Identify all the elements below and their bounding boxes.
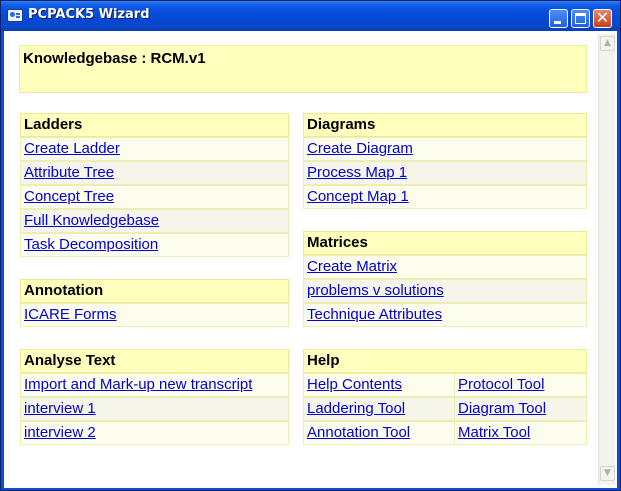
ladders-item-concept-tree[interactable]: Concept Tree	[20, 185, 289, 209]
laddering-tool-link[interactable]: Laddering Tool	[307, 400, 405, 417]
icare-forms-link[interactable]: ICARE Forms	[24, 306, 117, 323]
protocol-tool-link[interactable]: Protocol Tool	[458, 376, 544, 393]
protocol-tool-cell[interactable]: Protocol Tool	[455, 374, 586, 396]
wizard-window: PCPACK5 Wizard ✕ Knowledgebase : RCM.v1 …	[0, 0, 621, 491]
create-ladder-link[interactable]: Create Ladder	[24, 140, 120, 157]
title-bar[interactable]: PCPACK5 Wizard ✕	[1, 1, 620, 31]
app-window-icon	[7, 9, 23, 22]
maximize-button[interactable]	[571, 9, 590, 28]
window-title: PCPACK5 Wizard	[28, 7, 150, 22]
annotation-header: Annotation	[20, 279, 289, 303]
analyse-text-item-import[interactable]: Import and Mark-up new transcript	[20, 373, 289, 397]
laddering-tool-cell[interactable]: Laddering Tool	[304, 398, 455, 420]
problems-v-solutions-link[interactable]: problems v solutions	[307, 282, 444, 299]
concept-tree-link[interactable]: Concept Tree	[24, 188, 114, 205]
minimize-button[interactable]	[549, 9, 568, 28]
ladders-item-create-ladder[interactable]: Create Ladder	[20, 137, 289, 161]
matrices-title: Matrices	[307, 234, 368, 251]
ladders-title: Ladders	[24, 116, 83, 133]
knowledgebase-label: Knowledgebase : RCM.v1	[23, 50, 206, 67]
help-row: Laddering Tool Diagram Tool	[303, 397, 587, 421]
diagram-tool-link[interactable]: Diagram Tool	[458, 400, 546, 417]
annotation-title: Annotation	[24, 282, 104, 299]
attribute-tree-link[interactable]: Attribute Tree	[24, 164, 114, 181]
maximize-icon	[575, 13, 586, 24]
knowledgebase-banner: Knowledgebase : RCM.v1	[19, 45, 587, 93]
analyse-text-item-interview-2[interactable]: interview 2	[20, 421, 289, 445]
diagrams-item-create-diagram[interactable]: Create Diagram	[303, 137, 587, 161]
diagrams-title: Diagrams	[307, 116, 376, 133]
annotation-tool-link[interactable]: Annotation Tool	[307, 424, 410, 441]
matrices-item-technique-attributes[interactable]: Technique Attributes	[303, 303, 587, 327]
help-row: Help Contents Protocol Tool	[303, 373, 587, 397]
task-decomposition-link[interactable]: Task Decomposition	[24, 236, 158, 253]
matrices-item-create-matrix[interactable]: Create Matrix	[303, 255, 587, 279]
import-transcript-link[interactable]: Import and Mark-up new transcript	[24, 376, 252, 393]
matrices-header: Matrices	[303, 231, 587, 255]
matrices-item-problems-v-solutions[interactable]: problems v solutions	[303, 279, 587, 303]
analyse-text-item-interview-1[interactable]: interview 1	[20, 397, 289, 421]
help-contents-link[interactable]: Help Contents	[307, 376, 402, 393]
ladders-header: Ladders	[20, 113, 289, 137]
matrix-tool-cell[interactable]: Matrix Tool	[455, 422, 586, 444]
ladders-item-task-decomposition[interactable]: Task Decomposition	[20, 233, 289, 257]
analyse-text-title: Analyse Text	[24, 352, 116, 369]
analyse-text-header: Analyse Text	[20, 349, 289, 373]
concept-map-1-link[interactable]: Concept Map 1	[307, 188, 409, 205]
wizard-content: Knowledgebase : RCM.v1 Ladders Create La…	[4, 31, 617, 488]
technique-attributes-link[interactable]: Technique Attributes	[307, 306, 442, 323]
interview-2-link[interactable]: interview 2	[24, 424, 96, 441]
minimize-icon	[554, 21, 561, 24]
help-header: Help	[303, 349, 587, 373]
process-map-1-link[interactable]: Process Map 1	[307, 164, 407, 181]
full-knowledgebase-link[interactable]: Full Knowledgebase	[24, 212, 159, 229]
annotation-item-icare-forms[interactable]: ICARE Forms	[20, 303, 289, 327]
create-diagram-link[interactable]: Create Diagram	[307, 140, 413, 157]
create-matrix-link[interactable]: Create Matrix	[307, 258, 397, 275]
diagrams-item-concept-map-1[interactable]: Concept Map 1	[303, 185, 587, 209]
diagram-tool-cell[interactable]: Diagram Tool	[455, 398, 586, 420]
help-title: Help	[307, 352, 340, 369]
matrix-tool-link[interactable]: Matrix Tool	[458, 424, 530, 441]
close-icon: ✕	[595, 8, 610, 27]
interview-1-link[interactable]: interview 1	[24, 400, 96, 417]
help-row: Annotation Tool Matrix Tool	[303, 421, 587, 445]
vertical-scrollbar[interactable]: ▲ ▼	[598, 34, 615, 485]
ladders-item-full-knowledgebase[interactable]: Full Knowledgebase	[20, 209, 289, 233]
diagrams-item-process-map-1[interactable]: Process Map 1	[303, 161, 587, 185]
close-button[interactable]: ✕	[593, 8, 612, 28]
annotation-tool-cell[interactable]: Annotation Tool	[304, 422, 455, 444]
help-contents-cell[interactable]: Help Contents	[304, 374, 455, 396]
scroll-up-arrow-icon[interactable]: ▲	[600, 36, 615, 51]
scroll-down-arrow-icon[interactable]: ▼	[600, 466, 615, 481]
diagrams-header: Diagrams	[303, 113, 587, 137]
ladders-item-attribute-tree[interactable]: Attribute Tree	[20, 161, 289, 185]
